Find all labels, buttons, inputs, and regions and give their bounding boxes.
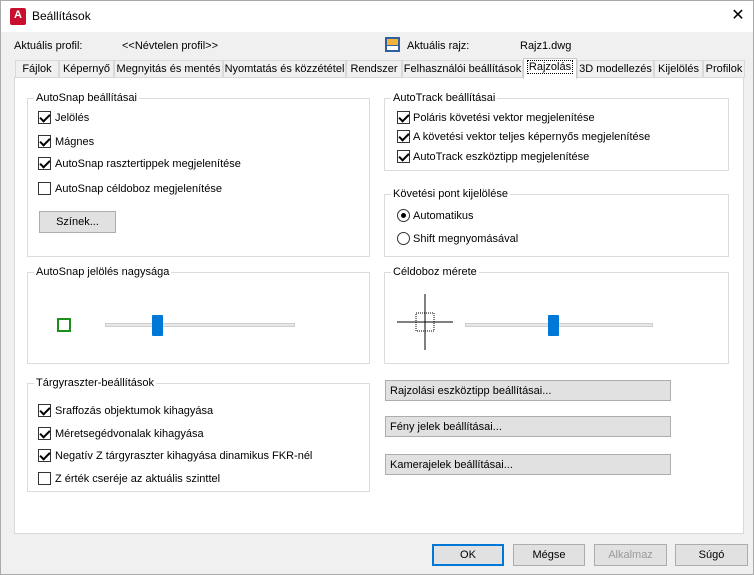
aperture-size-slider[interactable]: [465, 323, 653, 327]
ignore-hatch-checkbox[interactable]: [38, 404, 51, 417]
marker-size-title: AutoSnap jelölés nagysága: [34, 266, 172, 279]
settings-dialog: Beállítások ✕ Aktuális profil: <<Névtele…: [0, 0, 754, 575]
ignore-dimension-checkbox[interactable]: [38, 427, 51, 440]
cameras-glyph-settings-button[interactable]: Kamerajelek beállításai...: [385, 454, 671, 475]
tab-open-save[interactable]: Megnyitás és mentés: [114, 60, 223, 78]
autocad-app-icon: [10, 8, 26, 25]
shift-acquire-label: Shift megnyomásával: [413, 233, 519, 245]
drafting-tooltip-settings-button[interactable]: Rajzolási eszköztipp beállításai...: [385, 380, 671, 401]
ignore-negative-z-checkbox[interactable]: [38, 449, 51, 462]
marker-preview: [57, 318, 71, 332]
autosnap-settings-title: AutoSnap beállításai: [34, 92, 139, 105]
marker-checkbox[interactable]: [38, 111, 51, 124]
polar-vector-checkbox[interactable]: [397, 111, 410, 124]
marker-size-slider[interactable]: [105, 323, 295, 327]
full-screen-vector-checkbox[interactable]: [397, 130, 410, 143]
shift-acquire-radio[interactable]: [397, 232, 410, 245]
tab-label: Kijelölés: [658, 63, 699, 75]
tab-label: Rajzolás: [526, 60, 574, 74]
marker-size-group: AutoSnap jelölés nagysága: [27, 266, 370, 364]
marker-size-slider-thumb[interactable]: [152, 315, 163, 336]
autotrack-tooltip-label: AutoTrack eszköztipp megjelenítése: [413, 151, 590, 163]
aperture-box-checkbox[interactable]: [38, 182, 51, 195]
tab-label: Profilok: [705, 63, 743, 75]
help-button[interactable]: Súgó: [675, 544, 748, 566]
autosnap-settings-group: AutoSnap beállításai Jelölés Mágnes Auto…: [27, 92, 370, 257]
object-snap-options-group: Tárgyraszter-beállítások Sraffozás objek…: [27, 377, 370, 492]
current-profile-label: Aktuális profil:: [14, 40, 83, 52]
autotrack-settings-group: AutoTrack beállításai Poláris követési v…: [384, 92, 729, 171]
replace-z-checkbox[interactable]: [38, 472, 51, 485]
tab-label: Megnyitás és mentés: [116, 63, 221, 75]
drafting-tab-panel: AutoSnap beállításai Jelölés Mágnes Auto…: [14, 77, 744, 534]
magnet-checkbox[interactable]: [38, 135, 51, 148]
aperture-size-title: Céldoboz mérete: [391, 266, 479, 279]
automatic-radio[interactable]: [397, 209, 410, 222]
replace-z-label: Z érték cseréje az aktuális szinttel: [55, 473, 221, 485]
ok-button[interactable]: OK: [432, 544, 504, 566]
current-drawing-label: Aktuális rajz:: [407, 40, 470, 52]
autotrack-tooltip-checkbox[interactable]: [397, 150, 410, 163]
automatic-label: Automatikus: [413, 210, 474, 222]
autotrack-settings-title: AutoTrack beállításai: [391, 92, 498, 105]
autosnap-tooltip-checkbox[interactable]: [38, 157, 51, 170]
title-bar: Beállítások ✕: [1, 1, 753, 32]
tab-3d-modeling[interactable]: 3D modellezés: [577, 60, 654, 78]
tab-selection[interactable]: Kijelölés: [654, 60, 703, 78]
window-title: Beállítások: [32, 9, 91, 23]
apply-button[interactable]: Alkalmaz: [594, 544, 667, 566]
tab-files[interactable]: Fájlok: [15, 60, 59, 78]
tab-label: Nyomtatás és közzététel: [224, 63, 345, 75]
autosnap-tooltip-label: AutoSnap rasztertippek megjelenítése: [55, 158, 241, 170]
drawing-icon: [385, 37, 400, 52]
tab-label: 3D modellezés: [579, 63, 652, 75]
tab-display[interactable]: Képernyő: [59, 60, 114, 78]
tab-label: Fájlok: [22, 63, 52, 75]
tracking-point-title: Követési pont kijelölése: [391, 188, 510, 201]
full-screen-vector-label: A követési vektor teljes képernyős megje…: [413, 131, 651, 143]
aperture-box-label: AutoSnap céldoboz megjelenítése: [55, 183, 222, 195]
cancel-button[interactable]: Mégse: [513, 544, 585, 566]
tab-system[interactable]: Rendszer: [346, 60, 402, 78]
polar-vector-label: Poláris követési vektor megjelenítése: [413, 112, 595, 124]
tab-plot-publish[interactable]: Nyomtatás és közzététel: [223, 60, 346, 78]
aperture-preview: [397, 294, 453, 350]
colors-button[interactable]: Színek...: [39, 211, 116, 233]
tab-label: Rendszer: [350, 63, 398, 75]
ignore-hatch-label: Sraffozás objektumok kihagyása: [55, 405, 214, 417]
ignore-negative-z-label: Negatív Z tárgyraszter kihagyása dinamik…: [55, 450, 313, 462]
tab-label: Képernyő: [62, 63, 111, 75]
aperture-size-slider-thumb[interactable]: [548, 315, 559, 336]
close-button[interactable]: ✕: [723, 4, 753, 28]
tab-drafting[interactable]: Rajzolás: [523, 58, 577, 79]
current-profile-value: <<Névtelen profil>>: [122, 40, 219, 52]
aperture-size-group: Céldoboz mérete: [384, 266, 729, 364]
object-snap-options-title: Tárgyraszter-beállítások: [34, 377, 156, 390]
tab-label: Felhasználói beállítások: [403, 63, 522, 75]
current-drawing-value: Rajz1.dwg: [520, 40, 572, 52]
tab-user-preferences[interactable]: Felhasználói beállítások: [402, 60, 523, 78]
lights-glyph-settings-button[interactable]: Fény jelek beállításai...: [385, 416, 671, 437]
tracking-point-group: Követési pont kijelölése Automatikus Shi…: [384, 188, 729, 257]
magnet-label: Mágnes: [55, 136, 95, 148]
tab-profiles[interactable]: Profilok: [703, 60, 745, 78]
ignore-dimension-label: Méretsegédvonalak kihagyása: [55, 428, 204, 440]
marker-label: Jelölés: [55, 112, 90, 124]
